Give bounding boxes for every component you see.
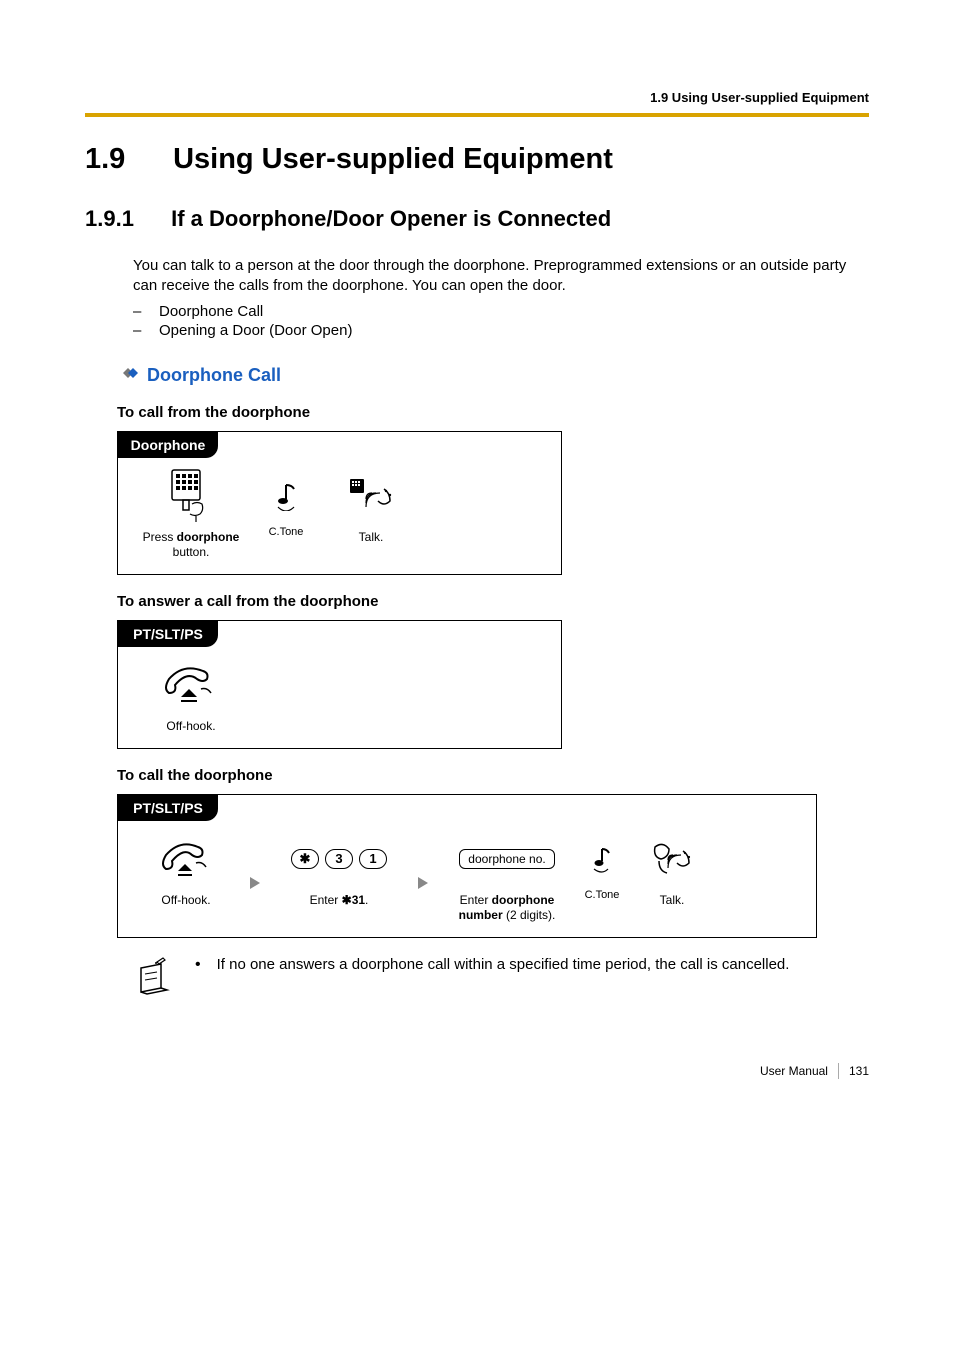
- step-caption: Enter doorphone number (2 digits).: [442, 893, 572, 923]
- procedure-label: To answer a call from the doorphone: [117, 593, 869, 610]
- device-tab: Doorphone: [118, 432, 218, 458]
- top-rule: [85, 113, 869, 117]
- device-tab: PT/SLT/PS: [118, 621, 218, 647]
- diagram-call-doorphone: PT/SLT/PS Off-hook. ✱: [117, 794, 817, 938]
- offhook-icon: [158, 831, 214, 887]
- doorphone-no-box: doorphone no.: [459, 831, 554, 887]
- section-heading: 1.9 Using User-supplied Equipment: [85, 143, 869, 176]
- diagram-call-from-doorphone: Doorphone Press doorphone button.: [117, 431, 562, 575]
- arrow-icon: [248, 875, 262, 896]
- procedure-label: To call from the doorphone: [117, 404, 869, 421]
- step-caption: Talk.: [660, 893, 685, 908]
- key-3: 3: [325, 849, 353, 869]
- step-caption: Talk.: [359, 530, 384, 545]
- subsection-number: 1.9.1: [85, 206, 165, 232]
- procedure-label: To call the doorphone: [117, 767, 869, 784]
- doorphone-press-icon: [166, 468, 216, 524]
- device-tab: PT/SLT/PS: [118, 795, 218, 821]
- talk-icon: [346, 468, 396, 524]
- ctone-icon: [273, 468, 299, 524]
- section-number: 1.9: [85, 143, 165, 176]
- subsection-heading: 1.9.1 If a Doorphone/Door Opener is Conn…: [85, 206, 869, 232]
- list-item-text: Doorphone Call: [159, 303, 263, 320]
- keypad-31: ✱ 3 1: [291, 831, 387, 887]
- ctone-icon: [590, 831, 614, 887]
- list-item-text: Opening a Door (Door Open): [159, 322, 352, 339]
- footer-manual: User Manual: [760, 1064, 828, 1078]
- doorphone-call-heading: Doorphone Call: [147, 365, 281, 386]
- offhook-icon: [161, 657, 221, 713]
- list-item: –Doorphone Call: [133, 303, 869, 320]
- diagram-answer-doorphone: PT/SLT/PS Off-hook.: [117, 620, 562, 749]
- step-caption: Press doorphone button.: [136, 530, 246, 560]
- footer-page: 131: [849, 1064, 869, 1078]
- step-caption: Enter ✱31.: [310, 893, 369, 908]
- diamond-icon: [117, 366, 139, 385]
- step-caption: Off-hook.: [166, 719, 215, 734]
- subsection-title: If a Doorphone/Door Opener is Connected: [171, 206, 611, 231]
- intro-paragraph: You can talk to a person at the door thr…: [133, 256, 869, 297]
- step-caption: Off-hook.: [161, 893, 210, 908]
- header-breadcrumb: 1.9 Using User-supplied Equipment: [85, 90, 869, 105]
- list-item: –Opening a Door (Door Open): [133, 322, 869, 339]
- ctone-label: C.Tone: [585, 889, 620, 901]
- footer-separator: [838, 1063, 839, 1079]
- note-icon: [133, 956, 173, 1003]
- ctone-label: C.Tone: [269, 526, 304, 538]
- talk-icon: [649, 831, 695, 887]
- section-title: Using User-supplied Equipment: [173, 143, 613, 175]
- key-star: ✱: [291, 849, 319, 869]
- bullet-icon: •: [195, 957, 201, 973]
- key-1: 1: [359, 849, 387, 869]
- arrow-icon: [416, 875, 430, 896]
- note-text: If no one answers a doorphone call withi…: [217, 956, 790, 973]
